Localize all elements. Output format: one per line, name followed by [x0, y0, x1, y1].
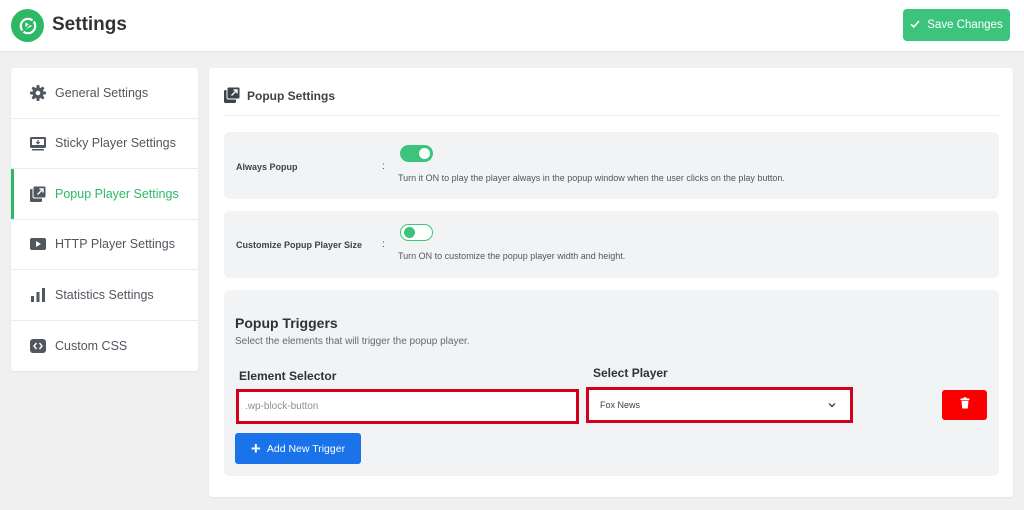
gear-icon: [29, 84, 47, 102]
add-new-trigger-button[interactable]: + Add New Trigger: [235, 433, 361, 464]
sidebar-item-label: HTTP Player Settings: [55, 237, 175, 252]
setting-label: Customize Popup Player Size: [236, 240, 363, 250]
save-changes-label: Save Changes: [927, 19, 1003, 31]
main-panel: Popup Settings Always Popup : Turn it ON…: [209, 68, 1013, 497]
triggers-subtitle: Select the elements that will trigger th…: [235, 336, 470, 347]
setting-help-text: Turn it ON to play the player always in …: [398, 173, 785, 183]
always-popup-toggle[interactable]: [400, 145, 433, 162]
setting-colon: :: [382, 239, 385, 250]
sidebar-item-general-settings[interactable]: General Settings: [11, 68, 198, 119]
customize-popup-size-toggle[interactable]: [400, 224, 433, 241]
check-icon: [910, 19, 920, 32]
sidebar-item-label: Popup Player Settings: [55, 186, 179, 201]
top-bar: Settings Save Changes: [0, 0, 1024, 52]
play-icon: [29, 235, 47, 253]
select-player-dropdown[interactable]: Fox News: [586, 387, 853, 423]
save-changes-button[interactable]: Save Changes: [903, 9, 1010, 41]
sidebar-item-label: Statistics Settings: [55, 287, 154, 302]
element-selector-label: Element Selector: [239, 369, 337, 383]
sidebar-item-label: Custom CSS: [55, 338, 128, 353]
section-title: Popup Settings: [247, 89, 335, 103]
bar-chart-icon: [29, 286, 47, 304]
element-selector-input[interactable]: .wp-block-button: [236, 389, 579, 424]
delete-trigger-button[interactable]: [942, 390, 987, 420]
popup-external-icon: [29, 185, 47, 203]
app-logo-icon: [11, 9, 44, 42]
sidebar-item-statistics-settings[interactable]: Statistics Settings: [11, 270, 198, 321]
customize-popup-size-setting: Customize Popup Player Size : Turn ON to…: [224, 211, 999, 278]
popup-triggers-section: Popup Triggers Select the elements that …: [224, 290, 999, 476]
triggers-title: Popup Triggers: [235, 315, 338, 331]
toggle-knob: [419, 148, 430, 159]
toggle-knob: [404, 227, 415, 238]
trash-icon: [960, 396, 970, 414]
sidebar-item-custom-css[interactable]: Custom CSS: [11, 321, 198, 372]
setting-help-text: Turn ON to customize the popup player wi…: [398, 251, 626, 261]
sidebar-item-label: Sticky Player Settings: [55, 136, 176, 151]
select-player-value: Fox News: [600, 400, 641, 410]
popup-external-icon: [223, 86, 241, 104]
page-title: Settings: [52, 14, 127, 35]
sidebar-item-sticky-player-settings[interactable]: Sticky Player Settings: [11, 119, 198, 169]
sidebar-item-label: General Settings: [55, 85, 149, 100]
section-header: Popup Settings: [223, 86, 999, 116]
plus-icon: +: [250, 439, 261, 458]
add-new-trigger-label: Add New Trigger: [266, 442, 346, 455]
sidebar-item-popup-player-settings[interactable]: Popup Player Settings: [11, 169, 198, 220]
chevron-down-icon: [828, 400, 836, 410]
setting-colon: :: [382, 161, 385, 172]
settings-sidebar: General Settings Sticky Player Settings …: [11, 68, 198, 371]
sidebar-item-http-player-settings[interactable]: HTTP Player Settings: [11, 220, 198, 270]
always-popup-setting: Always Popup : Turn it ON to play the pl…: [224, 132, 999, 199]
setting-label: Always Popup: [236, 162, 298, 172]
sticky-player-icon: [29, 134, 47, 152]
element-selector-value: .wp-block-button: [245, 401, 319, 412]
code-icon: [29, 337, 47, 355]
select-player-label: Select Player: [593, 366, 668, 380]
